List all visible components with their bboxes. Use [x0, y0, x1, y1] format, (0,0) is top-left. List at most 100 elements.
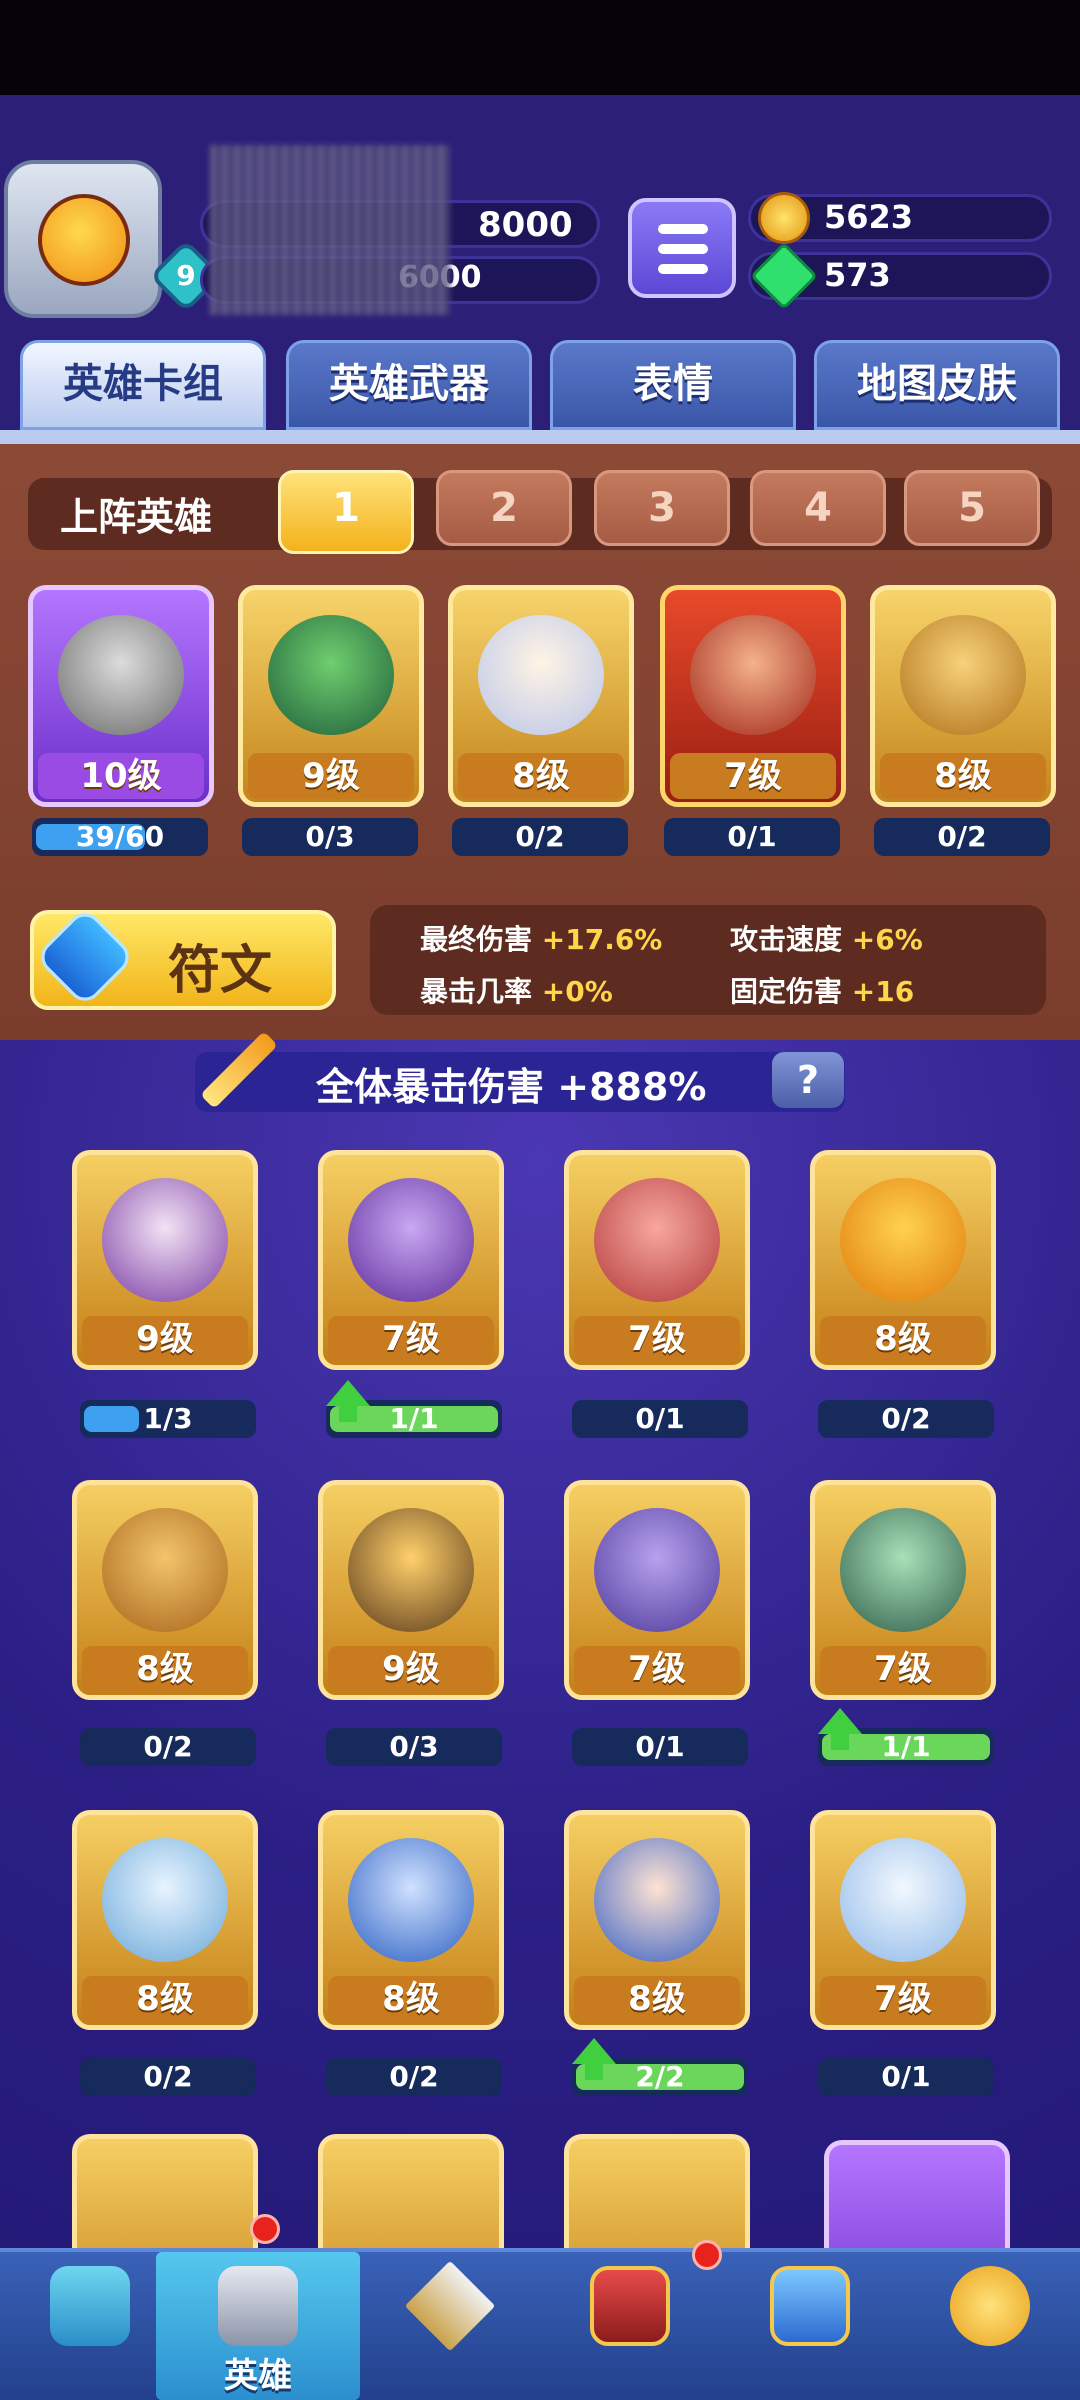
hero-face-icon — [58, 615, 184, 735]
hero-card[interactable]: 7级 — [564, 1480, 750, 1700]
hero-progress: 0/2 — [80, 1728, 256, 1766]
hero-card[interactable]: 9级 — [72, 1150, 258, 1370]
tab-emotes[interactable]: 表情 — [550, 340, 796, 430]
lineup-slot-5[interactable]: 5 — [904, 470, 1040, 546]
hero-card[interactable]: 7级 — [810, 1810, 996, 2030]
hero-progress: 0/2 — [80, 2058, 256, 2096]
player-avatar[interactable] — [4, 160, 162, 318]
hero-card[interactable]: 8级 — [72, 1810, 258, 2030]
hero-progress: 0/3 — [326, 1728, 502, 1766]
hero-card[interactable]: 8级 — [72, 1480, 258, 1700]
nav-social[interactable] — [720, 2252, 900, 2400]
hero-face-icon — [348, 1508, 474, 1632]
lineup-hero-card[interactable]: 8级 — [870, 575, 1056, 815]
lineup-slot-1[interactable]: 1 — [278, 470, 414, 554]
nav-heroes-label: 英雄 — [224, 2356, 292, 2396]
hero-face-icon — [690, 615, 816, 735]
hero-face-icon — [102, 1508, 228, 1632]
treasure-chest-icon — [50, 2266, 130, 2346]
help-button[interactable]: ? — [772, 1052, 844, 1108]
tab-hero-deck[interactable]: 英雄卡组 — [20, 340, 266, 430]
hero-card-partial[interactable] — [72, 2134, 258, 2248]
nav-rank[interactable] — [540, 2252, 720, 2400]
lineup-card-progress: 0/2 — [874, 818, 1050, 856]
hero-face-icon — [102, 1838, 228, 1962]
hero-level: 8级 — [574, 1976, 740, 2022]
lineup-card-progress: 0/3 — [242, 818, 418, 856]
upgrade-arrow-icon — [326, 1380, 370, 1422]
menu-button[interactable] — [628, 198, 736, 298]
lineup-card-progress: 0/2 — [452, 818, 628, 856]
upgrade-arrow-icon — [818, 1708, 862, 1750]
hero-level: 7级 — [328, 1316, 494, 1362]
hero-level: 7级 — [820, 1646, 986, 1692]
hero-card[interactable]: 7级 — [810, 1480, 996, 1700]
hero-portrait — [318, 2134, 504, 2248]
hero-level: 8级 — [82, 1976, 248, 2022]
hero-face-icon — [348, 1838, 474, 1962]
hero-progress: 0/1 — [818, 2058, 994, 2096]
coin-icon — [758, 192, 810, 244]
fixed-damage-stat: 固定伤害 +16 — [730, 975, 915, 1008]
hero-card[interactable]: 7级 — [318, 1150, 504, 1370]
hero-progress: 0/1 — [572, 1400, 748, 1438]
hero-level: 9级 — [248, 753, 414, 799]
hero-card[interactable]: 8级 — [564, 1810, 750, 2030]
hero-face-icon — [478, 615, 604, 735]
coin-count: 5623 — [824, 198, 914, 236]
hero-level: 10级 — [38, 753, 204, 799]
avatar-face-icon — [38, 194, 130, 286]
gem-count: 573 — [824, 256, 891, 294]
attack-speed-stat: 攻击速度 +6% — [730, 923, 923, 956]
hero-level: 7级 — [574, 1316, 740, 1362]
game-screen: 9 8000 6000 5623 573 英雄卡组 英雄武器 表情 地图皮肤 上… — [0, 0, 1080, 2400]
compass-icon — [950, 2266, 1030, 2346]
nav-shop[interactable] — [0, 2252, 180, 2400]
hero-level: 8级 — [880, 753, 1046, 799]
hero-card-partial[interactable] — [824, 2140, 1010, 2248]
hero-card[interactable]: 7级 — [564, 1150, 750, 1370]
lineup-hero-card[interactable]: 9级 — [238, 575, 424, 815]
hero-face-icon — [594, 1838, 720, 1962]
progress-fill — [84, 1406, 139, 1432]
lineup-slot-3[interactable]: 3 — [594, 470, 730, 546]
lineup-hero-card[interactable]: 8级 — [448, 575, 634, 815]
hero-level: 9级 — [328, 1646, 494, 1692]
hero-face-icon — [348, 1178, 474, 1302]
lineup-slot-2[interactable]: 2 — [436, 470, 572, 546]
notification-dot — [692, 2240, 722, 2270]
hero-card-partial[interactable] — [564, 2134, 750, 2248]
lineup-hero-card[interactable]: 10级 — [28, 575, 214, 815]
tab-hero-weapons[interactable]: 英雄武器 — [286, 340, 532, 430]
hero-face-icon — [594, 1178, 720, 1302]
upgrade-arrow-icon — [572, 2038, 616, 2080]
hero-face-icon — [840, 1508, 966, 1632]
rune-label: 符文 — [168, 941, 273, 1001]
hero-card[interactable]: 9级 — [318, 1480, 504, 1700]
hero-progress: 0/2 — [326, 2058, 502, 2096]
hero-progress: 0/1 — [572, 1728, 748, 1766]
player-name-blurred — [210, 145, 450, 315]
nav-heroes[interactable]: 英雄 — [156, 2252, 360, 2400]
hero-card[interactable]: 8级 — [318, 1810, 504, 2030]
hero-level: 9级 — [82, 1316, 248, 1362]
trophy-count: 8000 — [478, 205, 573, 245]
status-area — [0, 0, 1080, 95]
hero-face-icon — [594, 1508, 720, 1632]
hero-progress: 0/2 — [818, 1400, 994, 1438]
lineup-slot-4[interactable]: 4 — [750, 470, 886, 546]
hero-face-icon — [840, 1178, 966, 1302]
lineup-card-progress: 0/1 — [664, 818, 840, 856]
knight-helmet-icon — [218, 2266, 298, 2346]
lineup-hero-card[interactable]: 7级 — [660, 575, 846, 815]
hero-portrait — [564, 2134, 750, 2248]
tab-map-skins[interactable]: 地图皮肤 — [814, 340, 1060, 430]
hero-portrait — [824, 2140, 1010, 2248]
nav-battle[interactable] — [360, 2252, 540, 2400]
nav-explore[interactable] — [900, 2252, 1080, 2400]
hero-level: 8级 — [82, 1646, 248, 1692]
lineup-card-progress: 39/60 — [32, 818, 208, 856]
hero-card-partial[interactable] — [318, 2134, 504, 2248]
hero-card[interactable]: 8级 — [810, 1150, 996, 1370]
hero-face-icon — [840, 1838, 966, 1962]
